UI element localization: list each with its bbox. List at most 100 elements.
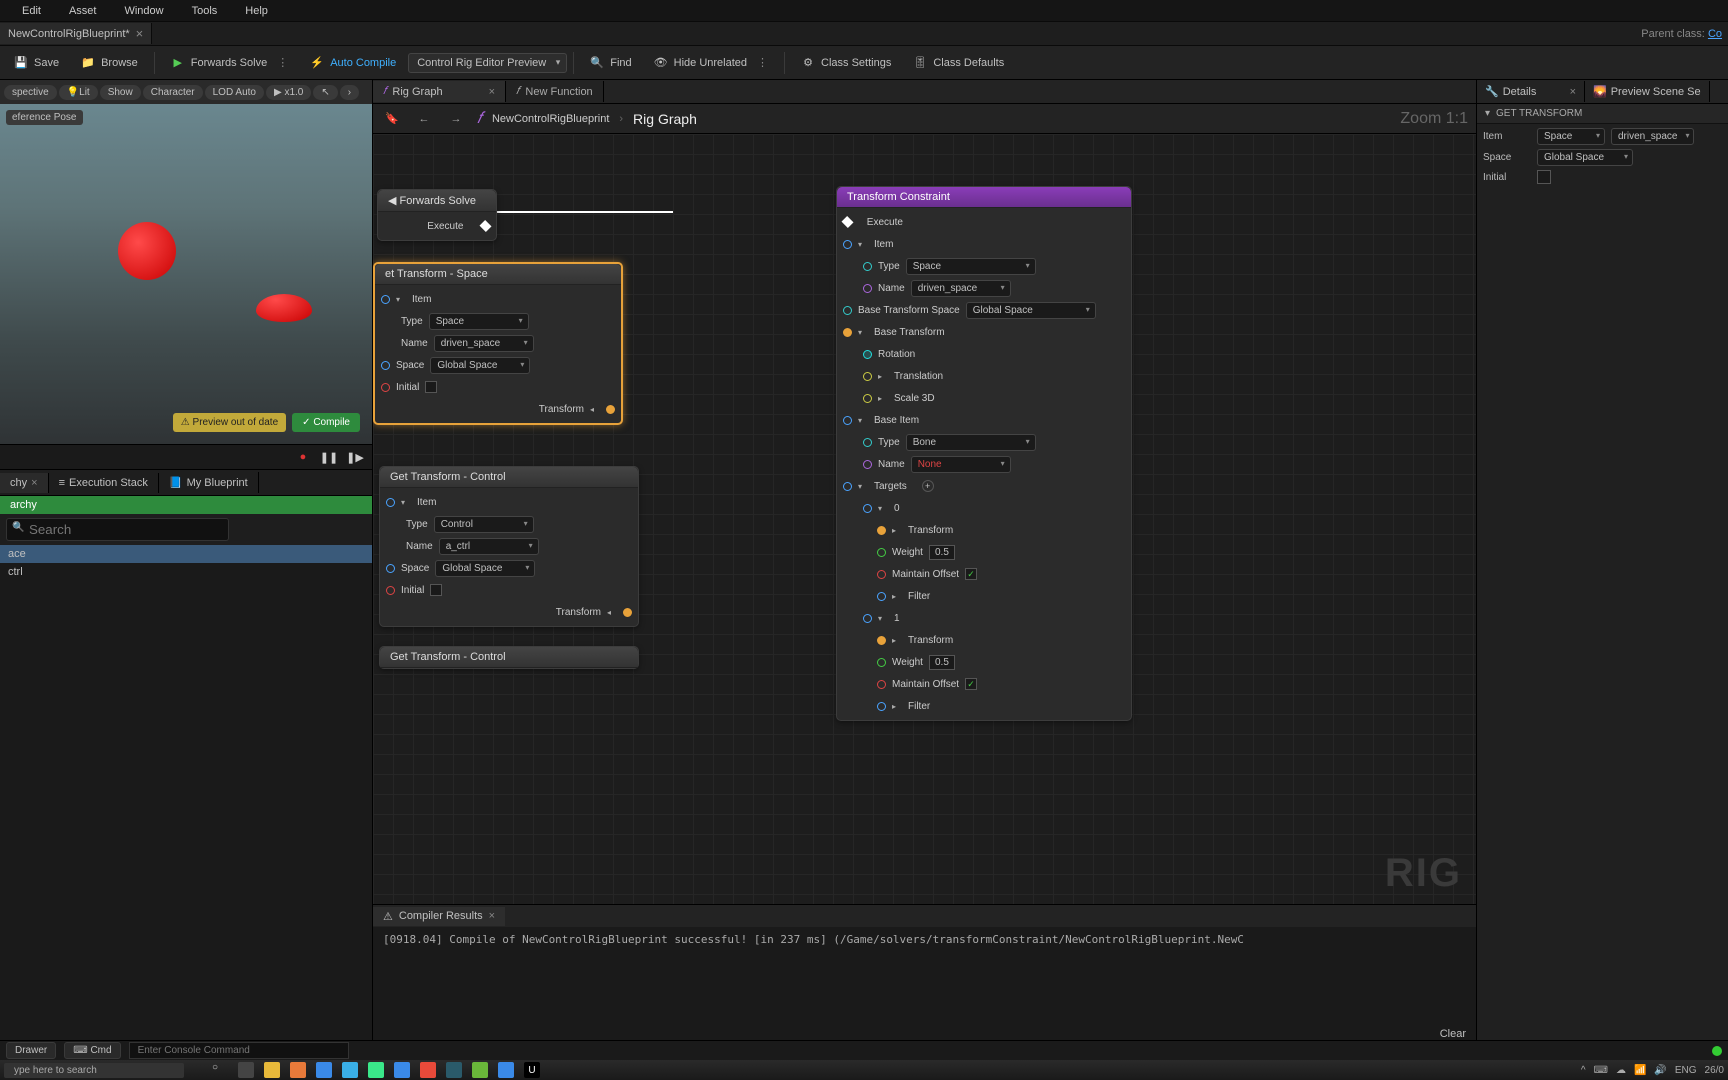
t1-filter-pin[interactable] (877, 702, 886, 711)
auto-compile-button[interactable]: ⚡Auto Compile (300, 52, 406, 74)
t0-maintain-pin[interactable] (877, 570, 886, 579)
taskbar-explorer-icon[interactable] (264, 1062, 280, 1078)
t1-transform-pin[interactable] (877, 636, 886, 645)
clear-button[interactable]: Clear (1440, 1028, 1466, 1040)
expand-icon[interactable]: ▸ (892, 702, 902, 711)
console-input[interactable] (129, 1042, 349, 1059)
type-dropdown[interactable]: Space (429, 313, 529, 330)
browse-button[interactable]: 📁Browse (71, 52, 148, 74)
tray-keyboard-icon[interactable]: ⌨ (1594, 1065, 1608, 1076)
initial-checkbox[interactable] (425, 381, 437, 393)
viewport-chip-speed[interactable]: ▶ x1.0 (266, 85, 311, 100)
viewport-chip-lod[interactable]: LOD Auto (205, 85, 264, 100)
add-target-button[interactable]: + (922, 480, 934, 492)
node-transform-constraint[interactable]: Transform Constraint Execute ▾Item TypeS… (836, 186, 1132, 721)
bookmark-icon[interactable]: 🔖 (381, 108, 403, 130)
parent-class-link[interactable]: Co (1708, 28, 1722, 40)
name-dropdown[interactable]: driven_space (911, 280, 1011, 297)
expand-icon[interactable]: ▸ (892, 526, 902, 535)
t0-weight-input[interactable]: 0.5 (929, 545, 955, 560)
hide-unrelated-button[interactable]: 👁Hide Unrelated⋮ (644, 52, 778, 74)
hierarchy-item-ctrl[interactable]: ctrl (0, 563, 372, 581)
t1-maintain-pin[interactable] (877, 680, 886, 689)
tray-volume-icon[interactable]: 🔊 (1654, 1065, 1666, 1076)
expand-icon[interactable]: ▸ (878, 372, 888, 381)
tab-preview-scene[interactable]: 🌄Preview Scene Se (1585, 81, 1710, 102)
expand-icon[interactable]: ▾ (401, 498, 411, 507)
dropdown-icon[interactable]: ⋮ (757, 56, 768, 69)
expand-icon[interactable]: ▾ (396, 295, 406, 304)
tab-my-blueprint[interactable]: 📘My Blueprint (159, 472, 259, 493)
name-pin[interactable] (863, 284, 872, 293)
node-get-transform-space[interactable]: et Transform - Space ▾Item TypeSpace Nam… (373, 262, 623, 425)
bi-name-dropdown[interactable]: None (911, 456, 1011, 473)
item-pin[interactable] (381, 295, 390, 304)
t1-weight-pin[interactable] (877, 658, 886, 667)
space-dropdown[interactable]: Global Space (435, 560, 535, 577)
type-pin[interactable] (863, 262, 872, 271)
expand-icon[interactable]: ▾ (878, 504, 888, 513)
viewport-chip-perspective[interactable]: spective (4, 85, 57, 100)
initial-checkbox[interactable] (430, 584, 442, 596)
pause-button[interactable]: ❚❚ (320, 448, 338, 466)
tray-date[interactable]: 26/0 (1705, 1065, 1724, 1076)
expand-icon[interactable]: ◂ (607, 608, 617, 617)
viewport-chip-more[interactable]: › (340, 85, 359, 100)
close-icon[interactable]: × (1570, 86, 1576, 98)
viewport-3d[interactable]: eference Pose ⚠ Preview out of date ✓ Co… (0, 104, 372, 444)
find-button[interactable]: 🔍Find (580, 52, 641, 74)
t0-filter-pin[interactable] (877, 592, 886, 601)
tray-cloud-icon[interactable]: ☁ (1616, 1065, 1626, 1076)
rotation-pin[interactable] (863, 350, 872, 359)
bts-dropdown[interactable]: Global Space (966, 302, 1096, 319)
transform-pin[interactable] (606, 405, 615, 414)
expand-icon[interactable]: ▾ (878, 614, 888, 623)
document-tab[interactable]: NewControlRigBlueprint* × (0, 23, 152, 44)
expand-icon[interactable]: ▸ (892, 636, 902, 645)
t0-weight-pin[interactable] (877, 548, 886, 557)
exec-pin[interactable] (841, 216, 853, 228)
item-pin[interactable] (843, 240, 852, 249)
taskbar-app2-icon[interactable] (498, 1062, 514, 1078)
transform-pin[interactable] (623, 608, 632, 617)
tab-compiler-results[interactable]: ⚠Compiler Results× (373, 907, 505, 926)
bts-pin[interactable] (843, 306, 852, 315)
hierarchy-header[interactable]: archy (0, 496, 372, 514)
menu-asset[interactable]: Asset (55, 5, 111, 17)
close-icon[interactable]: × (489, 910, 495, 922)
menu-help[interactable]: Help (231, 5, 282, 17)
t1-maintain-checkbox[interactable] (965, 678, 977, 690)
target1-pin[interactable] (863, 614, 872, 623)
forwards-solve-button[interactable]: ▶Forwards Solve⋮ (161, 52, 298, 74)
expand-icon[interactable]: ▾ (858, 482, 868, 491)
targets-pin[interactable] (843, 482, 852, 491)
taskbar-search[interactable]: ype here to search (4, 1063, 184, 1078)
expand-icon[interactable]: ◂ (590, 405, 600, 414)
taskbar-browser-icon[interactable] (394, 1062, 410, 1078)
taskbar-taskview-icon[interactable] (238, 1062, 254, 1078)
name-dropdown[interactable]: a_ctrl (439, 538, 539, 555)
item-pin[interactable] (386, 498, 395, 507)
viewport-chip-character[interactable]: Character (143, 85, 203, 100)
taskbar-maya-icon[interactable] (446, 1062, 462, 1078)
class-defaults-button[interactable]: 🎚Class Defaults (903, 52, 1014, 74)
viewport-chip-cursor[interactable]: ↖ (313, 85, 337, 100)
bi-type-pin[interactable] (863, 438, 872, 447)
prop-item-type-dropdown[interactable]: Space (1537, 128, 1605, 145)
menu-window[interactable]: Window (110, 5, 177, 17)
taskbar-cortana-icon[interactable]: ○ (212, 1062, 228, 1078)
translation-pin[interactable] (863, 372, 872, 381)
t0-maintain-checkbox[interactable] (965, 568, 977, 580)
save-button[interactable]: 💾Save (4, 52, 69, 74)
details-section-header[interactable]: ▾GET TRANSFORM (1477, 104, 1728, 124)
menu-edit[interactable]: Edit (8, 5, 55, 17)
hierarchy-list[interactable]: ace ctrl (0, 545, 372, 1044)
dropdown-icon[interactable]: ⋮ (277, 56, 288, 69)
bi-name-pin[interactable] (863, 460, 872, 469)
reference-pose-button[interactable]: eference Pose (6, 110, 83, 125)
prop-initial-checkbox[interactable] (1537, 170, 1551, 184)
drawer-button[interactable]: Drawer (6, 1042, 56, 1059)
bi-type-dropdown[interactable]: Bone (906, 434, 1036, 451)
taskbar-vscode-icon[interactable] (316, 1062, 332, 1078)
t0-transform-pin[interactable] (877, 526, 886, 535)
